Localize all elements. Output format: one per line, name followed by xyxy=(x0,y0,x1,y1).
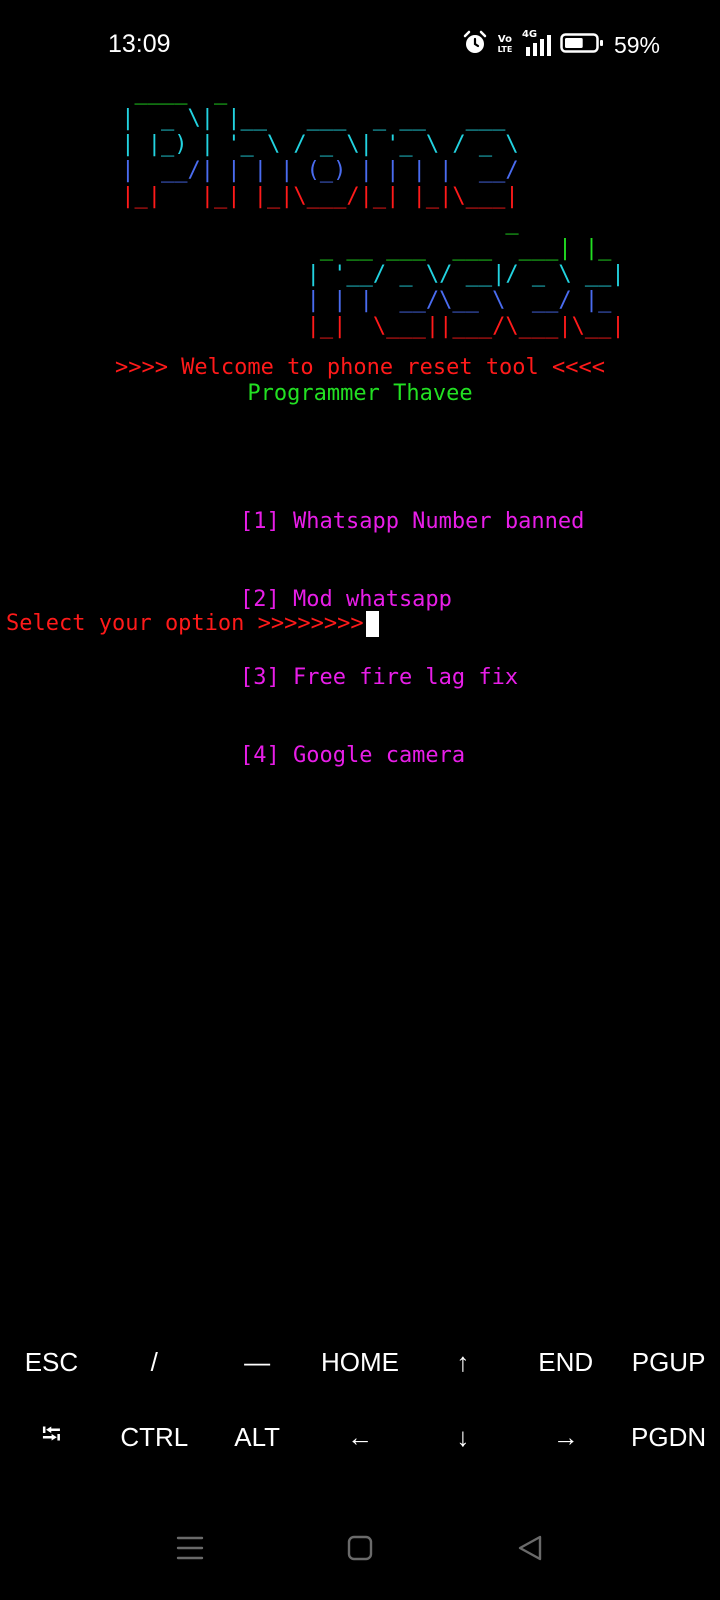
arrow-left-key[interactable]: ← xyxy=(309,1400,412,1475)
arrow-up-key[interactable]: ↑ xyxy=(411,1325,514,1400)
banner-line: ____ _ xyxy=(108,80,228,105)
menu-option-2: [2] Mod whatsapp xyxy=(240,587,452,612)
recent-apps-button[interactable] xyxy=(105,1520,275,1580)
volte-top: Vo xyxy=(497,34,512,45)
extra-keys-row-1: ESC / — HOME ↑ END PGUP xyxy=(0,1325,720,1400)
signal-icon: 4G xyxy=(522,29,552,57)
arrow-right-key[interactable]: → xyxy=(514,1400,617,1475)
alt-key[interactable]: ALT xyxy=(206,1400,309,1475)
menu-option-4: [4] Google camera xyxy=(240,743,466,768)
back-icon xyxy=(516,1534,544,1567)
banner-line: _ xyxy=(108,210,519,235)
prompt-text: Select your option >>>>>>>> xyxy=(6,611,364,636)
battery-icon xyxy=(560,31,604,60)
status-bar: 13:09 Vo LTE 4G 59% xyxy=(0,0,720,90)
tab-key[interactable]: ⭾ xyxy=(0,1400,103,1475)
esc-key[interactable]: ESC xyxy=(0,1325,103,1400)
extra-keys-bar: ESC / — HOME ↑ END PGUP ⭾ CTRL ALT ← ↓ →… xyxy=(0,1325,720,1475)
end-key[interactable]: END xyxy=(514,1325,617,1400)
programmer-credit: Programmer Thavee xyxy=(247,381,473,406)
home-button[interactable] xyxy=(275,1520,445,1580)
navigation-bar xyxy=(0,1500,720,1600)
pgdn-key[interactable]: PGDN xyxy=(617,1400,720,1475)
welcome-message: >>>> Welcome to phone reset tool <<<< xyxy=(114,355,606,380)
banner-line: | | | __/\__ \ __/ |_ xyxy=(108,288,612,313)
back-button[interactable] xyxy=(445,1520,615,1580)
dash-key[interactable]: — xyxy=(206,1325,309,1400)
banner-line: |_| \___||___/\___|\__| xyxy=(108,314,625,339)
status-icons: Vo LTE 4G 59% xyxy=(462,29,660,61)
battery-percent: 59% xyxy=(613,31,660,58)
status-time: 13:09 xyxy=(108,30,171,58)
recent-apps-icon xyxy=(176,1534,204,1567)
alarm-icon xyxy=(462,30,488,61)
text-cursor xyxy=(365,611,379,637)
pgup-key[interactable]: PGUP xyxy=(617,1325,720,1400)
menu-option-1: [1] Whatsapp Number banned xyxy=(240,509,585,534)
volte-icon: Vo LTE xyxy=(496,35,514,55)
menu-option-3: [3] Free fire lag fix xyxy=(240,665,519,690)
banner-line: | '__/ _ \/ __|/ _ \ __| xyxy=(108,262,625,287)
network-type: 4G xyxy=(521,29,538,40)
input-prompt[interactable]: Select your option >>>>>>>> xyxy=(6,611,379,637)
ascii-banner: ____ _ | _ \| |__ ___ _ __ ___ | |_) | '… xyxy=(108,80,625,340)
banner-line: | _ \| |__ ___ _ __ ___ xyxy=(108,106,506,131)
home-icon xyxy=(346,1534,374,1567)
ctrl-key[interactable]: CTRL xyxy=(103,1400,206,1475)
option-menu: [1] Whatsapp Number banned [2] Mod whats… xyxy=(240,457,584,821)
home-key[interactable]: HOME xyxy=(309,1325,412,1400)
banner-line: |_| |_| |_|\___/|_| |_|\___| xyxy=(108,184,519,209)
banner-line: _ __ ___ ___ ___| |_ xyxy=(108,236,612,261)
extra-keys-row-2: ⭾ CTRL ALT ← ↓ → PGDN xyxy=(0,1400,720,1475)
volte-bottom: LTE xyxy=(497,45,513,54)
banner-line: | |_) | '_ \ / _ \| '_ \ / _ \ xyxy=(108,132,519,157)
banner-line: | __/| | | | (_) | | | | __/ xyxy=(108,158,519,183)
slash-key[interactable]: / xyxy=(103,1325,206,1400)
arrow-down-key[interactable]: ↓ xyxy=(411,1400,514,1475)
